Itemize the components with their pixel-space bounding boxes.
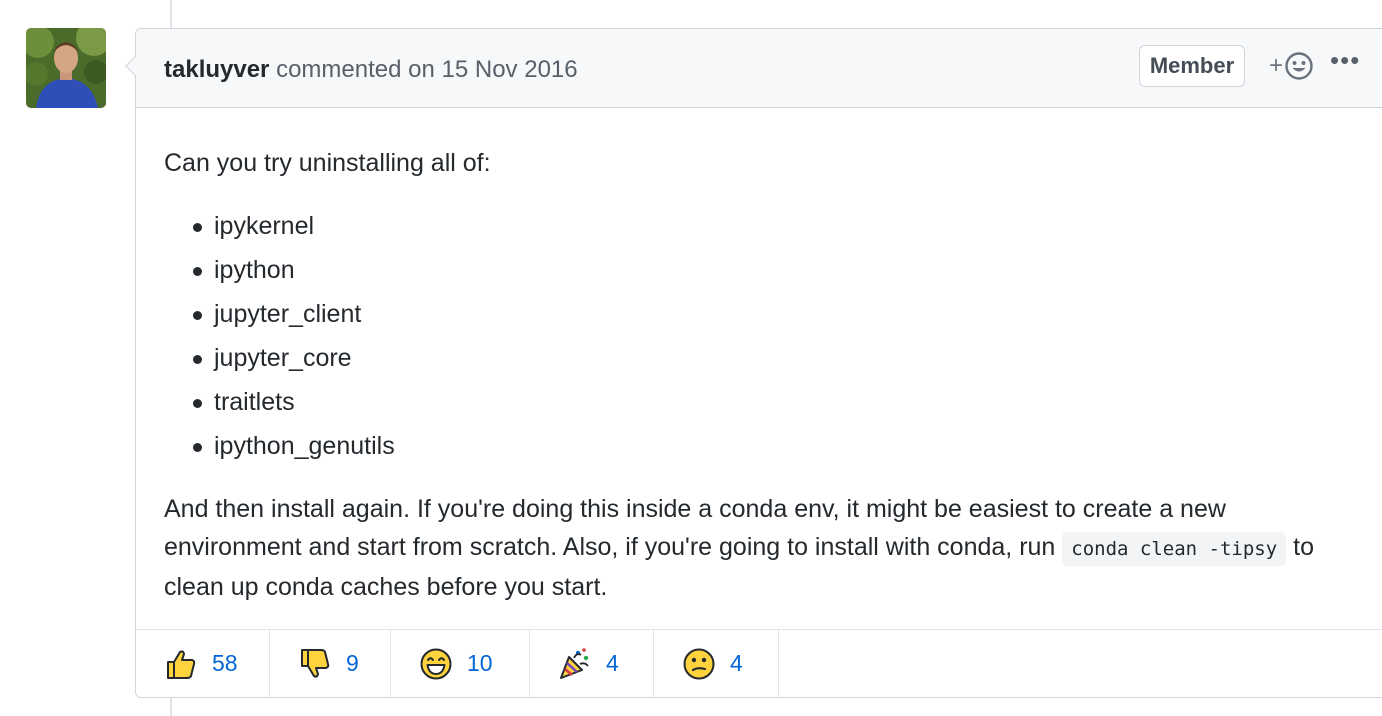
reaction-thumbs-up-button[interactable]: 58 xyxy=(136,630,270,697)
reactions-bar: 58 9 10 4 4 xyxy=(136,629,1382,697)
comment-date-link[interactable]: 15 Nov 2016 xyxy=(442,56,578,83)
intro-text: Can you try uninstalling all of: xyxy=(164,149,491,177)
member-badge: Member xyxy=(1139,45,1245,87)
reaction-count: 58 xyxy=(212,650,238,676)
timeline-line-bottom xyxy=(170,698,172,716)
kebab-menu-icon[interactable]: ••• xyxy=(1330,45,1360,76)
reaction-count: 9 xyxy=(346,650,359,676)
outro-text: And then install again. If you're doing … xyxy=(164,490,1354,606)
comment-header: takluyver commented on 15 Nov 2016 Membe… xyxy=(136,29,1382,108)
reaction-laugh-button[interactable]: 10 xyxy=(391,630,530,697)
comment-box: takluyver commented on 15 Nov 2016 Membe… xyxy=(125,28,1382,698)
comment-meta: takluyver commented on 15 Nov 2016 xyxy=(164,56,578,84)
reaction-count: 4 xyxy=(606,650,619,676)
hooray-icon xyxy=(560,647,589,679)
thumbs-up-icon xyxy=(167,649,196,679)
reaction-thumbs-down-button[interactable]: 9 xyxy=(270,630,391,697)
list-item: traitlets xyxy=(190,380,1366,424)
thumbs-down-icon xyxy=(301,648,330,678)
laugh-icon xyxy=(420,648,452,679)
package-list: ipykernel ipython jupyter_client jupyter… xyxy=(190,204,1366,468)
comment-action: commented on xyxy=(276,56,435,83)
list-item: ipykernel xyxy=(190,204,1366,248)
confused-icon xyxy=(683,648,715,679)
list-item: ipython_genutils xyxy=(190,424,1366,468)
author-avatar[interactable] xyxy=(26,28,106,108)
reaction-confused-button[interactable]: 4 xyxy=(654,630,779,697)
plus-icon: + xyxy=(1269,52,1284,79)
list-item: jupyter_client xyxy=(190,292,1366,336)
list-item: jupyter_core xyxy=(190,336,1366,380)
list-item: ipython xyxy=(190,248,1366,292)
user-avatar-photo-icon xyxy=(26,28,106,108)
timeline-line-top xyxy=(170,0,172,28)
smiley-icon xyxy=(1285,52,1313,80)
reaction-count: 4 xyxy=(730,650,743,676)
reaction-count: 10 xyxy=(467,650,493,676)
comment-body: Can you try uninstalling all of: ipykern… xyxy=(136,108,1382,606)
inline-code: conda clean -tipsy xyxy=(1062,532,1287,566)
add-reaction-button[interactable]: + xyxy=(1269,51,1314,81)
reaction-hooray-button[interactable]: 4 xyxy=(530,630,654,697)
author-link[interactable]: takluyver xyxy=(164,56,269,83)
